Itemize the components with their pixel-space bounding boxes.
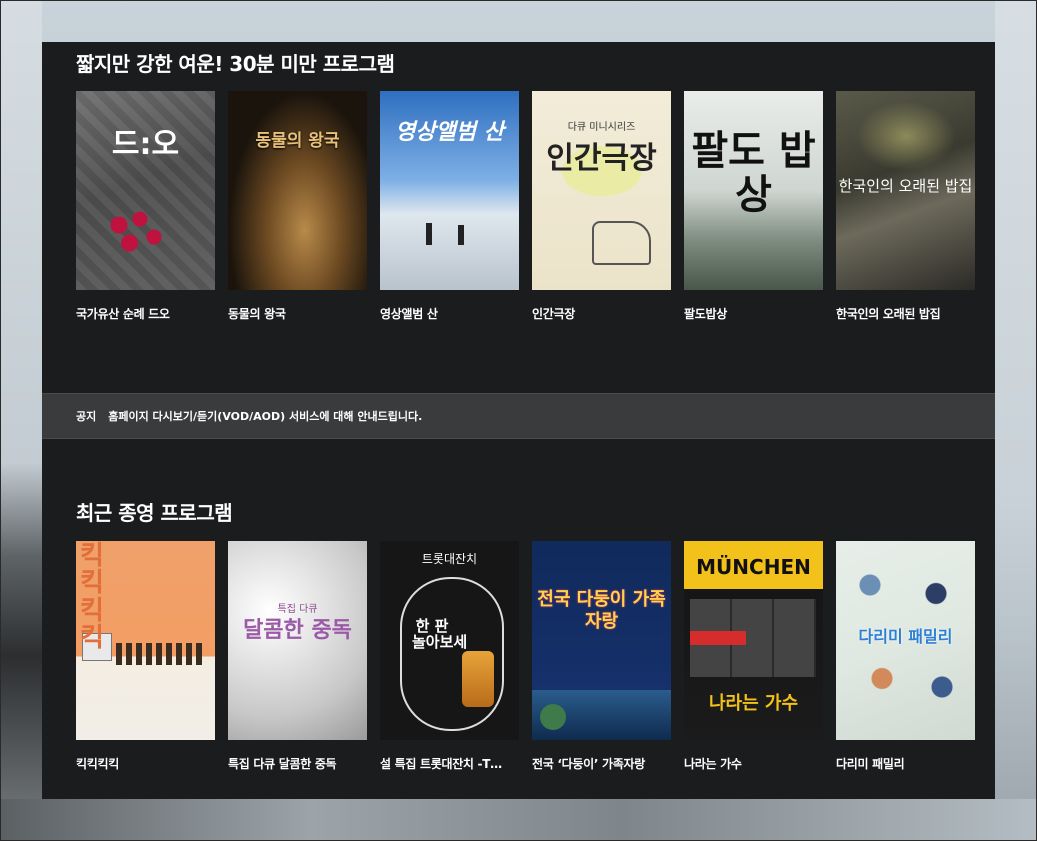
program-poster[interactable]: 전국 다둥이 가족자랑: [532, 541, 671, 740]
program-card[interactable]: 한국인의 오래된 밥집 한국인의 오래된 밥집: [836, 91, 975, 322]
program-poster[interactable]: 특집 다큐 달콤한 중독: [228, 541, 367, 740]
poster-title-text: 팔도 밥상: [691, 128, 816, 218]
poster-subtitle-text: 다큐 미니시리즈: [567, 122, 636, 133]
poster-subtitle-text: 트롯대잔치: [421, 552, 478, 566]
background-left: [0, 0, 42, 841]
program-title[interactable]: 팔도밥상: [684, 305, 823, 322]
program-title[interactable]: 인간극장: [532, 305, 671, 322]
program-row-ended: 킥 킥 킥 킥 킥킥킥킥 특집 다큐 달콤한 중독 특집 다큐 달콤한 중독 트…: [76, 541, 975, 772]
program-card[interactable]: 다큐 미니시리즈 인간극장 인간극장: [532, 91, 671, 322]
program-card[interactable]: 트롯대잔치 한 판 놀아보세 설 특집 트롯대잔치 -T…: [380, 541, 519, 772]
program-title[interactable]: 영상앨범 산: [380, 305, 519, 322]
program-poster[interactable]: 다리미 패밀리: [836, 541, 975, 740]
program-card[interactable]: 다리미 패밀리 다리미 패밀리: [836, 541, 975, 772]
program-title[interactable]: 국가유산 순례 드오: [76, 305, 215, 322]
program-poster[interactable]: 트롯대잔치 한 판 놀아보세: [380, 541, 519, 740]
program-title[interactable]: 한국인의 오래된 밥집: [836, 305, 975, 322]
program-poster[interactable]: MÜNCHEN 나라는 가수: [684, 541, 823, 740]
poster-title-text: 드:오: [111, 127, 180, 162]
background-right: [995, 0, 1037, 841]
notice-text[interactable]: 홈페이지 다시보기/듣기(VOD/AOD) 서비스에 대해 안내드립니다.: [108, 408, 422, 424]
program-card[interactable]: 특집 다큐 달콤한 중독 특집 다큐 달콤한 중독: [228, 541, 367, 772]
program-title[interactable]: 설 특집 트롯대잔치 -T…: [380, 755, 519, 772]
poster-title-text: 인간극장: [546, 141, 657, 176]
poster-title-text: 영상앨범 산: [395, 120, 504, 145]
poster-title-text: 한 판 놀아보세: [412, 617, 468, 651]
program-title[interactable]: 나라는 가수: [684, 755, 823, 772]
poster-title-text: 한국인의 오래된 밥집: [838, 177, 973, 195]
poster-subtitle-text: 특집 다큐: [277, 604, 318, 615]
program-poster[interactable]: 다큐 미니시리즈 인간극장: [532, 91, 671, 290]
program-title[interactable]: 킥킥킥킥: [76, 755, 215, 772]
poster-title-text: 달콤한 중독: [243, 618, 352, 643]
program-card[interactable]: MÜNCHEN 나라는 가수 나라는 가수: [684, 541, 823, 772]
program-poster[interactable]: 팔도 밥상: [684, 91, 823, 290]
program-card[interactable]: 전국 다둥이 가족자랑 전국 ‘다둥이’ 가족자랑: [532, 541, 671, 772]
notice-bar[interactable]: 공지 홈페이지 다시보기/듣기(VOD/AOD) 서비스에 대해 안내드립니다.: [42, 393, 995, 439]
poster-title-text: 다리미 패밀리: [858, 627, 953, 646]
section-title-short-programs: 짧지만 강한 여운! 30분 미만 프로그램: [76, 52, 395, 76]
poster-title-text: 킥 킥 킥 킥: [80, 541, 160, 653]
program-card[interactable]: 드:오 국가유산 순례 드오: [76, 91, 215, 322]
program-poster[interactable]: 한국인의 오래된 밥집: [836, 91, 975, 290]
program-poster[interactable]: 드:오: [76, 91, 215, 290]
program-poster[interactable]: 동물의 왕국: [228, 91, 367, 290]
program-poster[interactable]: 영상앨범 산: [380, 91, 519, 290]
background-bottom: [0, 799, 1037, 841]
program-title[interactable]: 전국 ‘다둥이’ 가족자랑: [532, 755, 671, 772]
program-title[interactable]: 동물의 왕국: [228, 305, 367, 322]
poster-title-text: 나라는 가수: [708, 693, 799, 714]
poster-title-text: 동물의 왕국: [255, 131, 340, 151]
notice-label: 공지: [76, 410, 97, 423]
section-title-recently-ended: 최근 종영 프로그램: [76, 501, 233, 525]
poster-title-text: 전국 다둥이 가족자랑: [537, 589, 666, 632]
program-poster[interactable]: 킥 킥 킥 킥: [76, 541, 215, 740]
program-card[interactable]: 팔도 밥상 팔도밥상: [684, 91, 823, 322]
program-card[interactable]: 킥 킥 킥 킥 킥킥킥킥: [76, 541, 215, 772]
content-panel: 짧지만 강한 여운! 30분 미만 프로그램 드:오 국가유산 순례 드오 동물…: [42, 42, 995, 799]
program-card[interactable]: 동물의 왕국 동물의 왕국: [228, 91, 367, 322]
program-row-short: 드:오 국가유산 순례 드오 동물의 왕국 동물의 왕국 영상앨범 산 영상앨범…: [76, 91, 975, 322]
program-card[interactable]: 영상앨범 산 영상앨범 산: [380, 91, 519, 322]
program-title[interactable]: 다리미 패밀리: [836, 755, 975, 772]
poster-subtitle-text: MÜNCHEN: [696, 555, 811, 579]
program-title[interactable]: 특집 다큐 달콤한 중독: [228, 755, 367, 772]
